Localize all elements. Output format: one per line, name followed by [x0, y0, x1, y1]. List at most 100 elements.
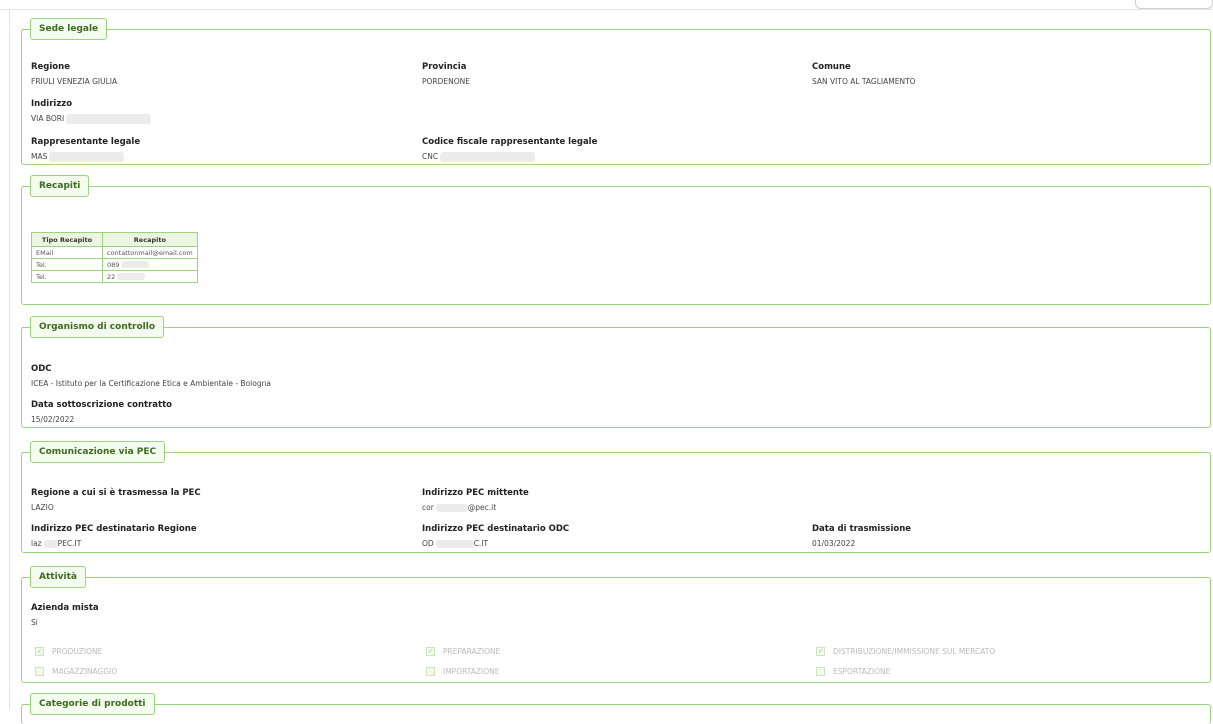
- pec-dest-regione-label: Indirizzo PEC destinatario Regione: [31, 524, 197, 534]
- indirizzo-value-row: VIA BORI: [31, 114, 152, 124]
- pec-mittente-label: Indirizzo PEC mittente: [422, 488, 529, 498]
- provincia-label: Provincia: [422, 62, 467, 72]
- checkbox-checked-icon[interactable]: ✓: [816, 646, 825, 656]
- recapiti-panel: Recapiti Tipo Recapito Recapito EMail co…: [21, 175, 1211, 305]
- azienda-mista-label: Azienda mista: [31, 603, 99, 613]
- odc-field: ODC ICEA - Istituto per la Certificazion…: [31, 364, 271, 388]
- recapiti-legend: Recapiti: [21, 175, 98, 197]
- tipo-cell: Tel.: [31, 270, 103, 283]
- checkbox-unchecked-icon[interactable]: [35, 666, 44, 676]
- pec-dest-regione-value-post: PEC.IT: [57, 539, 82, 548]
- checkbox-label: ESPORTAZIONE: [833, 667, 891, 676]
- top-tab[interactable]: [1135, 0, 1213, 9]
- checkbox-label: DISTRIBUZIONE/IMMISSIONE SUL MERCATO: [833, 647, 996, 656]
- pec-data-value: 01/03/2022: [812, 539, 856, 548]
- pec-data-field: Data di trasmissione 01/03/2022: [812, 524, 911, 548]
- pec-regione-label: Regione a cui si è trasmessa la PEC: [31, 488, 201, 498]
- redacted-blur: [440, 152, 536, 162]
- indirizzo-label: Indirizzo: [31, 99, 73, 109]
- sede-legale-legend: Sede legale: [21, 18, 116, 40]
- categorie-panel: Categorie di prodotti: [21, 693, 1211, 724]
- regione-label: Regione: [31, 62, 70, 72]
- pec-panel: Comunicazione via PEC Regione a cui si è…: [21, 441, 1211, 553]
- recapito-cell-row: 089: [102, 258, 198, 271]
- rappresentante-value-row: MAS: [31, 152, 140, 162]
- codice-fiscale-field: Codice fiscale rappresentante legale CNC: [422, 137, 597, 162]
- azienda-mista-value: Si: [31, 618, 38, 627]
- redacted-blur: [43, 540, 58, 548]
- pec-regione-value: LAZIO: [31, 503, 54, 512]
- checkbox-label: IMPORTAZIONE: [443, 667, 500, 676]
- checkbox-label: PRODUZIONE: [52, 647, 103, 656]
- checkbox-checked-icon[interactable]: ✓: [426, 646, 435, 656]
- data-sottoscrizione-field: Data sottoscrizione contratto 15/02/2022: [31, 400, 172, 424]
- data-sottoscrizione-label: Data sottoscrizione contratto: [31, 400, 172, 410]
- column-header-tipo: Tipo Recapito: [31, 232, 103, 247]
- recapito-cell: contattonmail@email.com: [102, 246, 198, 259]
- recapito-cell-row: 22: [102, 270, 198, 283]
- rappresentante-label: Rappresentante legale: [31, 137, 141, 147]
- rappresentante-field: Rappresentante legale MAS: [31, 137, 140, 162]
- table-header-row: Tipo Recapito Recapito: [31, 232, 198, 247]
- regione-field: Regione FRIULI VENEZIA GIULIA: [31, 62, 117, 86]
- checkbox-checked-icon[interactable]: ✓: [35, 646, 44, 656]
- pec-mittente-field: Indirizzo PEC mittente cor @pec.it: [422, 488, 529, 512]
- checkbox-label: PREPARAZIONE: [443, 647, 501, 656]
- azienda-mista-field: Azienda mista Si: [31, 603, 99, 627]
- data-sottoscrizione-value: 15/02/2022: [31, 415, 75, 424]
- indirizzo-field: Indirizzo VIA BORI: [31, 99, 152, 124]
- pec-dest-regione-field: Indirizzo PEC destinatario Regione laz PE…: [31, 524, 197, 548]
- comune-label: Comune: [812, 62, 851, 72]
- table-row: Tel. 089: [31, 258, 198, 271]
- attivita-panel: Attività Azienda mista Si ✓ PRODUZIONE ✓ P…: [21, 566, 1211, 683]
- checkbox-esportazione[interactable]: ESPORTAZIONE: [816, 666, 891, 677]
- attivita-legend: Attività: [22, 566, 94, 588]
- provincia-value: PORDENONE: [422, 77, 471, 86]
- provincia-field: Provincia PORDENONE: [422, 62, 470, 86]
- pec-legend: Comunicazione via PEC: [21, 441, 174, 463]
- redacted-blur: [49, 152, 125, 162]
- odc-value: ICEA - Istituto per la Certificazione Et…: [31, 379, 271, 388]
- pec-dest-odc-value-row: OD C.IT: [422, 539, 569, 548]
- codice-fiscale-label: Codice fiscale rappresentante legale: [422, 137, 598, 147]
- organismo-legend: Organismo di controllo: [21, 316, 173, 338]
- pec-dest-regione-value-pre: laz: [31, 539, 42, 548]
- organismo-panel: Organismo di controllo ODC ICEA - Istitu…: [21, 316, 1211, 428]
- codice-fiscale-value-row: CNC: [422, 152, 597, 162]
- redacted-blur: [66, 114, 152, 124]
- pec-dest-odc-value-pre: OD: [422, 539, 434, 548]
- indirizzo-value: VIA BORI: [31, 114, 65, 123]
- tipo-cell: EMail: [31, 246, 103, 259]
- recapiti-table: Tipo Recapito Recapito EMail contattonma…: [31, 232, 198, 283]
- checkbox-unchecked-icon[interactable]: [426, 666, 435, 676]
- redacted-blur: [121, 261, 150, 268]
- pec-mittente-value-pre: cor: [422, 503, 434, 512]
- table-row: EMail contattonmail@email.com: [31, 246, 198, 259]
- checkbox-distribuzione[interactable]: ✓ DISTRIBUZIONE/IMMISSIONE SUL MERCATO: [816, 646, 996, 657]
- categorie-legend: Categorie di prodotti: [22, 693, 163, 715]
- pec-mittente-value-post: @pec.it: [467, 503, 497, 512]
- odc-label: ODC: [31, 364, 52, 374]
- checkbox-magazzinaggio[interactable]: MAGAZZINAGGIO: [35, 666, 118, 677]
- pec-dest-odc-field: Indirizzo PEC destinatario ODC OD C.IT: [422, 524, 569, 548]
- tipo-cell: Tel.: [31, 258, 103, 271]
- redacted-blur: [435, 504, 468, 512]
- checkbox-produzione[interactable]: ✓ PRODUZIONE: [35, 646, 103, 657]
- checkbox-label: MAGAZZINAGGIO: [52, 667, 118, 676]
- checkbox-preparazione[interactable]: ✓ PREPARAZIONE: [426, 646, 501, 657]
- pec-dest-odc-label: Indirizzo PEC destinatario ODC: [422, 524, 570, 534]
- codice-fiscale-value: CNC: [422, 152, 439, 161]
- pec-regione-field: Regione a cui si è trasmessa la PEC LAZI…: [31, 488, 201, 512]
- table-row: Tel. 22: [31, 270, 198, 283]
- sede-legale-panel: Sede legale Regione FRIULI VENEZIA GIULI…: [21, 18, 1211, 165]
- checkbox-importazione[interactable]: IMPORTAZIONE: [426, 666, 500, 677]
- redacted-blur: [117, 273, 146, 280]
- rappresentante-value: MAS: [31, 152, 48, 161]
- checkbox-unchecked-icon[interactable]: [816, 666, 825, 676]
- comune-value: SAN VITO AL TAGLIAMENTO: [812, 77, 916, 86]
- left-divider: [9, 10, 10, 709]
- comune-field: Comune SAN VITO AL TAGLIAMENTO: [812, 62, 916, 86]
- pec-mittente-value-row: cor @pec.it: [422, 503, 529, 512]
- redacted-blur: [435, 540, 474, 548]
- column-header-recapito: Recapito: [102, 232, 198, 247]
